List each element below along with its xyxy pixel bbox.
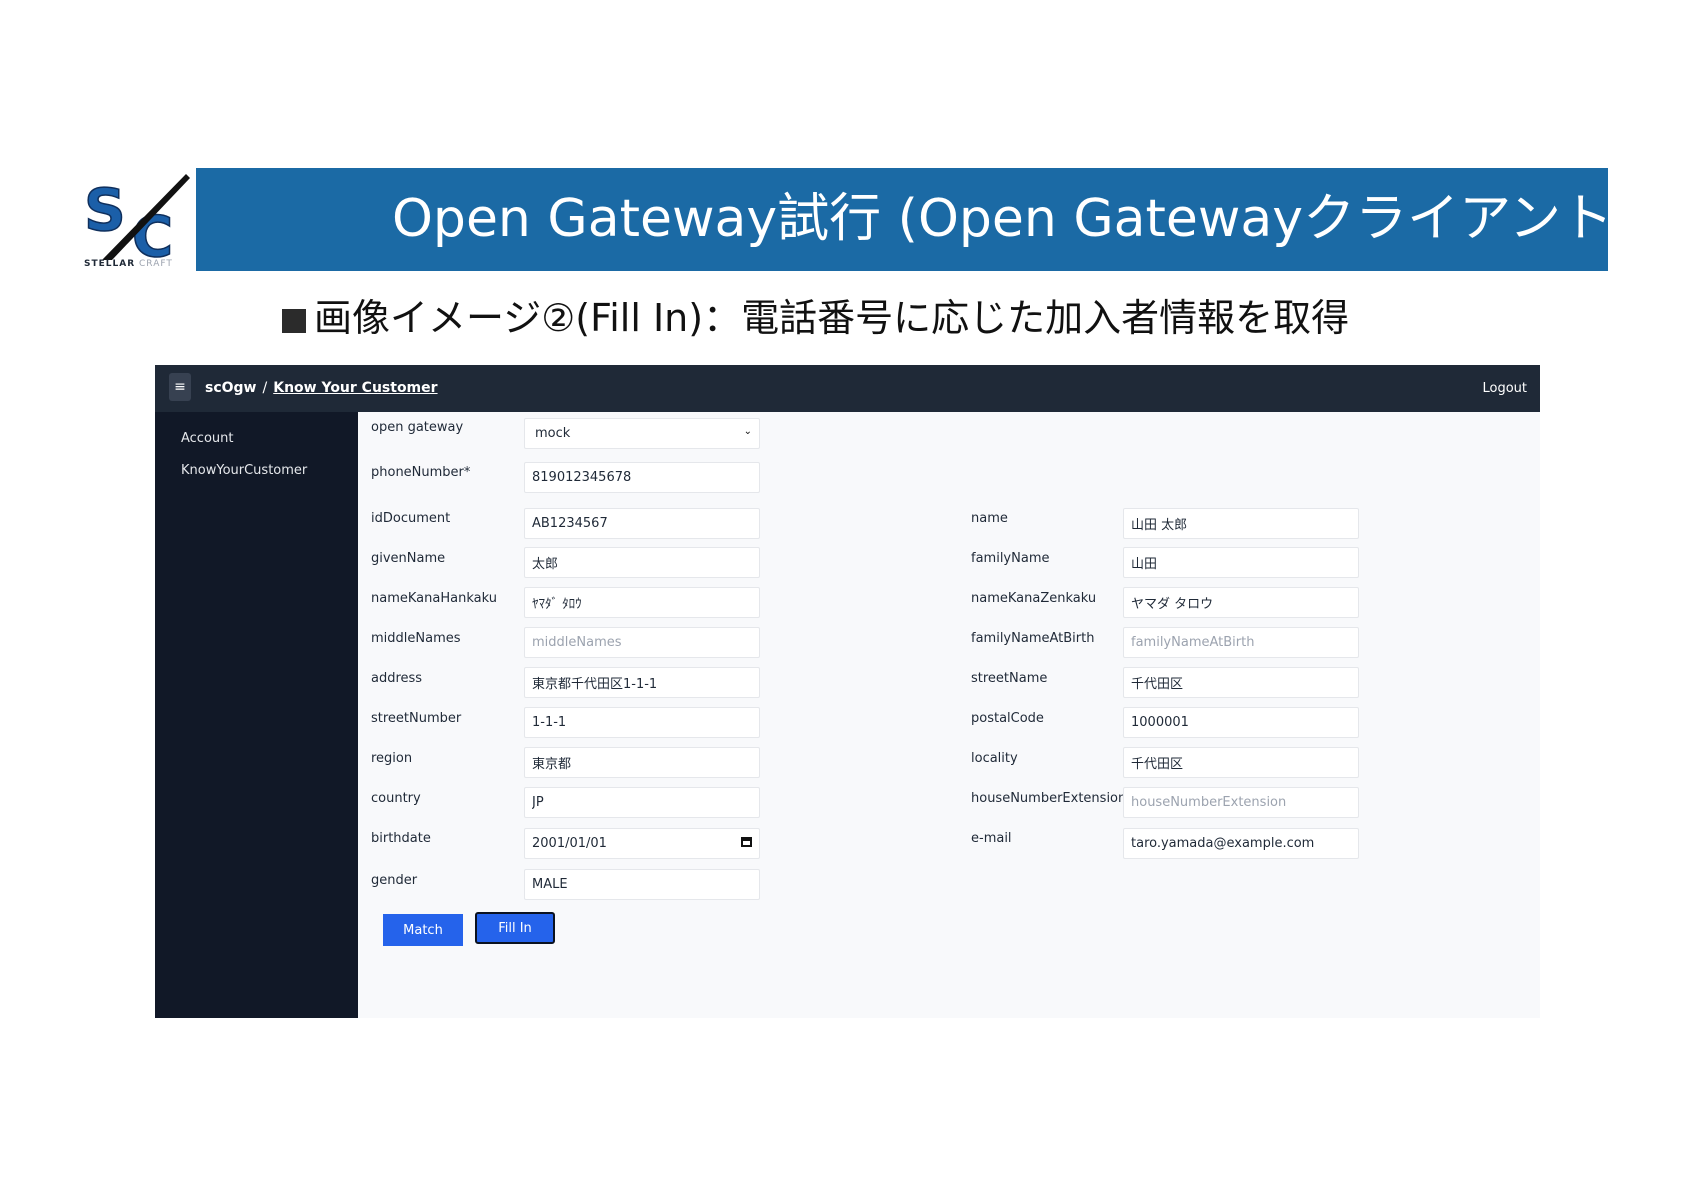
logo-text-light: CRAFT	[139, 259, 173, 269]
breadcrumb: scOgw / Know Your Customer	[205, 365, 438, 412]
locality-label: locality	[971, 751, 1018, 766]
street-number-input[interactable]	[524, 707, 760, 738]
gender-label: gender	[371, 873, 418, 888]
open-gateway-select[interactable]: mock	[524, 418, 760, 449]
menu-icon[interactable]: ≡	[169, 373, 191, 401]
family-name-input[interactable]	[1123, 547, 1359, 578]
sidebar-item-account[interactable]: Account	[181, 431, 234, 446]
top-navbar: ≡ scOgw / Know Your Customer Logout	[155, 365, 1540, 412]
family-name-label: familyName	[971, 551, 1050, 566]
slide-header: S C STELLAR CRAFT Open Gateway試行 (Open G…	[82, 168, 1684, 271]
sidebar-item-knowyourcustomer[interactable]: KnowYourCustomer	[181, 463, 307, 478]
svg-text:S: S	[84, 176, 126, 244]
country-input[interactable]	[524, 787, 760, 818]
app-window: ≡ scOgw / Know Your Customer Logout Accoun…	[155, 365, 1540, 1018]
family-name-at-birth-label: familyNameAtBirth	[971, 631, 1095, 646]
logout-link[interactable]: Logout	[1482, 365, 1527, 412]
phone-number-input[interactable]	[524, 462, 760, 493]
slide-subtitle-text: 画像イメージ②(Fill In)：電話番号に応じた加入者情報を取得	[314, 296, 1350, 340]
given-name-input[interactable]	[524, 547, 760, 578]
open-gateway-select-wrapper: mock ⌄	[524, 418, 760, 449]
sidebar: Account KnowYourCustomer	[155, 412, 358, 1018]
street-name-label: streetName	[971, 671, 1048, 686]
birthdate-label: birthdate	[371, 831, 431, 846]
region-label: region	[371, 751, 413, 766]
name-kana-hankaku-label: nameKanaHankaku	[371, 591, 497, 606]
given-name-label: givenName	[371, 551, 446, 566]
middle-names-input[interactable]	[524, 627, 760, 658]
postal-code-label: postalCode	[971, 711, 1044, 726]
name-input[interactable]	[1123, 508, 1359, 539]
region-input[interactable]	[524, 747, 760, 778]
street-number-label: streetNumber	[371, 711, 462, 726]
name-kana-zenkaku-label: nameKanaZenkaku	[971, 591, 1097, 606]
street-name-input[interactable]	[1123, 667, 1359, 698]
stellar-craft-logo: S C STELLAR CRAFT	[82, 168, 196, 271]
birthdate-input[interactable]	[524, 828, 760, 859]
phone-number-label: phoneNumber*	[371, 465, 471, 480]
middle-names-label: middleNames	[371, 631, 461, 646]
open-gateway-label: open gateway	[371, 420, 464, 435]
app-name[interactable]: scOgw	[205, 380, 257, 396]
name-kana-zenkaku-input[interactable]	[1123, 587, 1359, 618]
bullet-square-icon	[282, 309, 306, 333]
slide-title-bar: Open Gateway試行 (Open Gatewayクライアント開発)	[196, 168, 1684, 271]
locality-input[interactable]	[1123, 747, 1359, 778]
email-label: e-mail	[971, 831, 1012, 846]
address-label: address	[371, 671, 423, 686]
breadcrumb-separator: /	[262, 380, 268, 396]
id-document-label: idDocument	[371, 511, 451, 526]
kyc-form: open gateway mock ⌄ phoneNumber* idDocum…	[358, 412, 1540, 1018]
slide-subtitle: 画像イメージ②(Fill In)：電話番号に応じた加入者情報を取得	[282, 290, 1349, 346]
house-number-extension-input[interactable]	[1123, 787, 1359, 818]
email-input[interactable]	[1123, 828, 1359, 859]
name-kana-hankaku-input[interactable]	[524, 587, 760, 618]
match-button[interactable]: Match	[383, 914, 463, 946]
house-number-extension-label: houseNumberExtension	[971, 791, 1127, 806]
family-name-at-birth-input[interactable]	[1123, 627, 1359, 658]
slide-title: Open Gateway試行 (Open Gatewayクライアント開発)	[392, 189, 1684, 249]
postal-code-input[interactable]	[1123, 707, 1359, 738]
gender-input[interactable]	[524, 869, 760, 900]
fill-in-button[interactable]: Fill In	[475, 912, 555, 944]
birthdate-wrapper	[524, 828, 760, 859]
address-input[interactable]	[524, 667, 760, 698]
country-label: country	[371, 791, 421, 806]
name-label: name	[971, 511, 1008, 526]
id-document-input[interactable]	[524, 508, 760, 539]
logo-text-bold: STELLAR	[84, 259, 136, 269]
breadcrumb-current-page[interactable]: Know Your Customer	[273, 380, 437, 396]
